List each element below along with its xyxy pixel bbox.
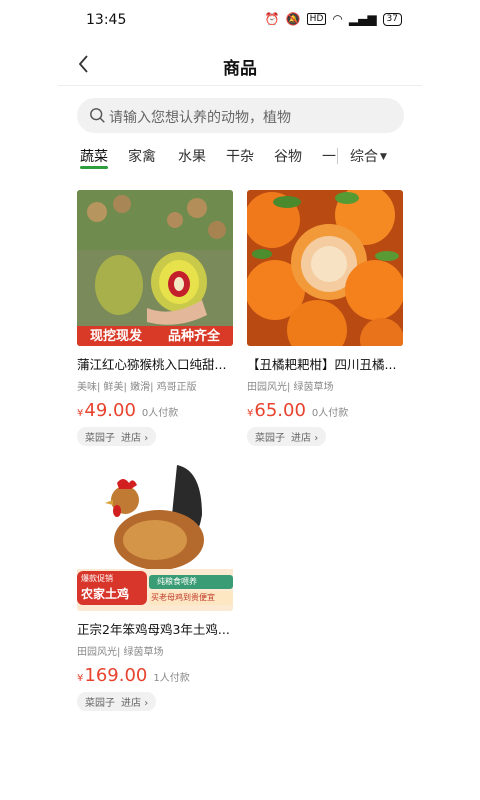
battery-icon: 37 [382, 12, 402, 26]
product-price: 169.00 [84, 665, 148, 686]
tab-dried-goods[interactable]: 干杂 [226, 146, 254, 166]
status-time: 13:45 [86, 12, 127, 28]
price-row: ¥ 65.00 0人付款 [247, 400, 403, 421]
currency-symbol: ¥ [77, 408, 84, 419]
tabs-divider [337, 148, 338, 164]
product-tags: 田园风光| 绿茵草场 [247, 382, 334, 393]
signal-icon: ▂▄▆ [348, 12, 377, 26]
mute-icon: 🔕 [285, 12, 301, 26]
product-image-orange [247, 190, 403, 346]
product-card[interactable]: 【丑橘耙耙柑】四川丑橘... 田园风光| 绿茵草场 ¥ 65.00 0人付款 菜… [247, 190, 403, 446]
promo-text: 买老母鸡到贵便宜 [151, 593, 215, 602]
paid-count: 0人付款 [141, 408, 179, 419]
product-card[interactable]: 爆款促销 农家土鸡 纯粮食喂养 买老母鸡到贵便宜 正宗2年笨鸡母鸡3年土鸡...… [77, 455, 233, 711]
product-price: 65.00 [254, 400, 306, 421]
sort-label: 综合 [350, 149, 378, 165]
shop-name: 菜园子 [85, 698, 115, 709]
status-bar: 13:45 ⏰ 🔕 HD ◠ ▂▄▆ 37 [0, 0, 480, 42]
paid-count: 0人付款 [311, 408, 349, 419]
chevron-right-icon: › [314, 433, 319, 444]
page-header: 商品 [58, 46, 422, 86]
tab-poultry[interactable]: 家禽 [128, 146, 156, 166]
product-name: 蒲江红心猕猴桃入口纯甜... [77, 357, 227, 372]
currency-symbol: ¥ [77, 673, 84, 684]
page-title: 商品 [223, 59, 257, 79]
product-name: 正宗2年笨鸡母鸡3年土鸡... [77, 622, 230, 637]
enter-shop-label: 进店 [121, 698, 141, 709]
wifi-icon: ◠ [332, 12, 343, 26]
enter-shop-label: 进店 [291, 433, 311, 444]
product-price: 49.00 [84, 400, 136, 421]
enter-shop-button[interactable]: 菜园子 进店 › [247, 427, 327, 446]
search-input[interactable]: 请输入您想认养的动物，植物 [77, 98, 404, 133]
tab-fruit[interactable]: 水果 [178, 146, 206, 166]
banner-text: 品种齐全 [167, 329, 220, 344]
enter-shop-label: 进店 [121, 433, 141, 444]
currency-symbol: ¥ [247, 408, 254, 419]
search-icon [90, 108, 105, 123]
sort-dropdown[interactable]: 综合 ▼ [350, 146, 387, 166]
product-tags: 美味| 鲜美| 嫩滑| 鸡哥正版 [77, 382, 197, 393]
banner-text: 现挖现发 [89, 329, 142, 344]
product-image-chicken: 爆款促销 农家土鸡 纯粮食喂养 买老母鸡到贵便宜 [77, 455, 233, 611]
price-row: ¥ 49.00 0人付款 [77, 400, 233, 421]
chevron-right-icon: › [144, 698, 149, 709]
chevron-right-icon: › [144, 433, 149, 444]
product-tags: 田园风光| 绿茵草场 [77, 647, 164, 658]
badge-small: 爆款促销 [81, 574, 113, 583]
tab-more[interactable]: 一 [322, 146, 336, 166]
shop-name: 菜园子 [255, 433, 285, 444]
product-image-kiwi: 现挖现发 品种齐全 [77, 190, 233, 346]
tab-vegetables[interactable]: 蔬菜 [80, 146, 108, 166]
tab-grains[interactable]: 谷物 [274, 146, 302, 166]
badge-big: 农家土鸡 [81, 587, 130, 601]
alarm-icon: ⏰ [264, 12, 280, 26]
shop-name: 菜园子 [85, 433, 115, 444]
paid-count: 1人付款 [153, 673, 190, 684]
enter-shop-button[interactable]: 菜园子 进店 › [77, 692, 157, 711]
product-card[interactable]: 现挖现发 品种齐全 蒲江红心猕猴桃入口纯甜... 美味| 鲜美| 嫩滑| 鸡哥正… [77, 190, 233, 446]
active-tab-indicator [80, 166, 108, 169]
product-name: 【丑橘耙耙柑】四川丑橘... [247, 357, 397, 372]
search-placeholder: 请输入您想认养的动物，植物 [109, 110, 291, 126]
green-tag: 纯粮食喂养 [157, 577, 197, 586]
hd-icon: HD [306, 13, 327, 25]
caret-down-icon: ▼ [380, 152, 387, 162]
price-row: ¥ 169.00 1人付款 [77, 665, 233, 686]
enter-shop-button[interactable]: 菜园子 进店 › [77, 427, 157, 446]
status-icons: ⏰ 🔕 HD ◠ ▂▄▆ 37 [265, 12, 402, 26]
